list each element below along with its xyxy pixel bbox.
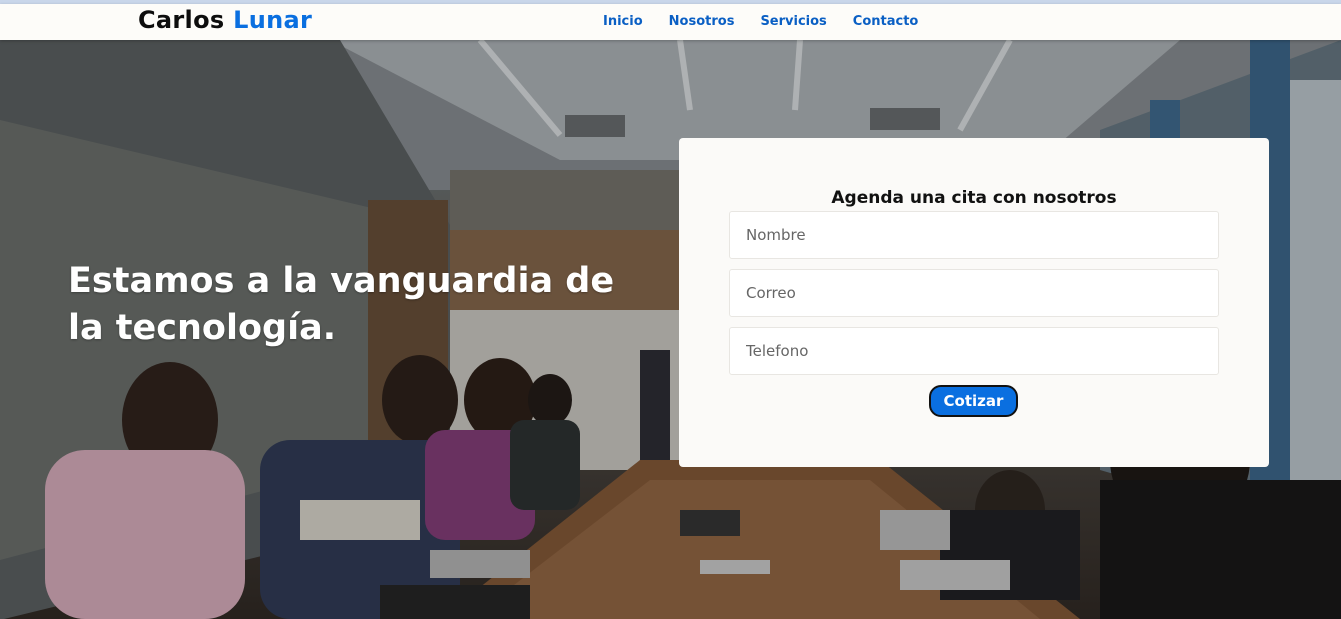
telefono-input[interactable] [746,342,1218,360]
nav-nosotros[interactable]: Nosotros [669,14,735,29]
brand-second: Lunar [233,6,313,34]
brand-logo[interactable]: Carlos Lunar [138,6,312,34]
form-title: Agenda una cita con nosotros [831,188,1117,208]
correo-field-wrapper [729,269,1219,317]
telefono-field-wrapper [729,327,1219,375]
nombre-input[interactable] [746,226,1218,244]
appointment-form: Agenda una cita con nosotros Cotizar [679,138,1269,467]
cotizar-button[interactable]: Cotizar [929,385,1018,417]
navbar: Carlos Lunar Inicio Nosotros Servicios C… [0,4,1341,40]
main-nav: Inicio Nosotros Servicios Contacto [590,14,931,29]
nav-contacto[interactable]: Contacto [853,14,919,29]
hero-section: Estamos a la vanguardia de la tecnología… [0,40,1341,619]
correo-input[interactable] [746,284,1218,302]
hero-title: Estamos a la vanguardia de la tecnología… [68,261,615,348]
brand-first: Carlos [138,6,225,34]
nav-inicio[interactable]: Inicio [603,14,643,29]
nav-servicios[interactable]: Servicios [760,14,826,29]
nombre-field-wrapper [729,211,1219,259]
